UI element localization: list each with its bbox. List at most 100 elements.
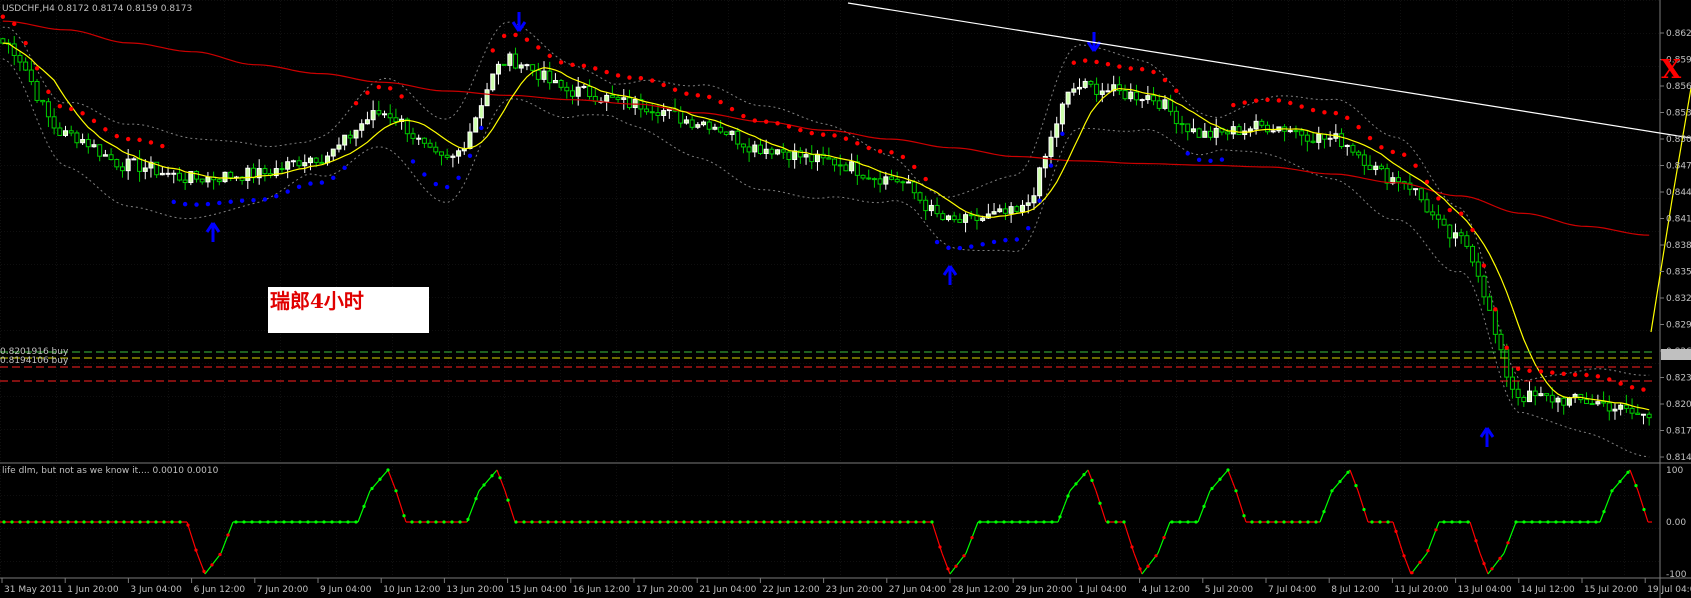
oscillator-dot <box>1426 549 1430 553</box>
oscillator-dot <box>954 564 958 568</box>
sar-dot-bear <box>148 140 154 145</box>
candle-body <box>883 176 889 185</box>
candle-body <box>1247 128 1253 132</box>
oscillator-dot <box>1210 486 1214 491</box>
candle-body <box>416 137 422 140</box>
oscillator-dot <box>306 520 310 524</box>
sar-dot-bear <box>1128 66 1133 71</box>
oscillator-dot <box>1594 520 1598 524</box>
oscillator-dot <box>1570 520 1574 524</box>
sar-dot-bear <box>752 118 757 123</box>
candle-body <box>609 94 615 98</box>
candle-body <box>1589 403 1595 406</box>
oscillator-dot <box>474 497 478 501</box>
candle-body <box>1264 124 1270 133</box>
candle-body <box>866 177 872 180</box>
candle-body <box>683 119 689 124</box>
candle-body <box>1304 134 1310 142</box>
sar-dot-bear <box>1413 163 1418 168</box>
candle-body <box>1002 208 1008 214</box>
candle-body <box>968 214 974 217</box>
candle-body <box>97 144 103 157</box>
sar-dot-bear <box>34 66 40 71</box>
oscillator-dot <box>602 520 606 524</box>
oscillator-dot <box>354 520 358 524</box>
candle-body <box>347 134 353 139</box>
oscillator-dot <box>1602 510 1606 514</box>
time-tick-label: 1 Jun 20:00 <box>67 585 119 595</box>
oscillator-dot <box>386 468 390 472</box>
candle-body <box>1521 396 1527 403</box>
sar-dot-bear <box>69 106 74 112</box>
sar-dot-bull <box>194 202 199 207</box>
oscillator-dot <box>1578 520 1582 524</box>
sar-dot-bear <box>160 143 165 149</box>
candle-body <box>1430 211 1436 216</box>
oscillator-dot <box>1346 470 1350 474</box>
price-tick-label: 0.8535 <box>1666 109 1691 119</box>
indicator-tick-label: 100 <box>1666 466 1683 476</box>
sar-dot-bear <box>593 66 598 71</box>
oscillator-dot <box>1010 520 1014 524</box>
chart-canvas[interactable]: 0.86250.85950.85650.85350.85050.84750.84… <box>0 0 1691 598</box>
sar-dot-bear <box>650 78 655 83</box>
sar-dot-bear <box>1322 110 1327 115</box>
candle-body <box>1646 413 1652 419</box>
oscillator-dot <box>250 520 254 524</box>
time-tick-label: 1 Jul 04:00 <box>1078 585 1127 595</box>
candle-body <box>729 130 735 136</box>
oscillator-dot <box>906 520 910 524</box>
sar-dot-bull <box>1185 151 1190 156</box>
candle-body <box>701 121 707 126</box>
oscillator-dot <box>802 520 806 524</box>
oscillator-dot <box>1082 473 1086 477</box>
oscillator-dot <box>282 520 286 524</box>
candle-body <box>1287 130 1293 133</box>
sar-dot-bear <box>1231 102 1236 108</box>
candle-body <box>518 64 524 69</box>
sar-dot-bull <box>456 175 461 180</box>
candle-body <box>1424 199 1430 213</box>
sar-dot-bull <box>422 172 427 177</box>
candle-body <box>1190 128 1196 133</box>
candle-body <box>1122 90 1128 100</box>
sar-dot-bear <box>547 53 552 59</box>
sar-dot-bull <box>1219 157 1225 162</box>
sar-dot-bull <box>934 239 940 245</box>
candle-body <box>860 174 866 179</box>
time-tick-label: 7 Jul 04:00 <box>1268 585 1317 595</box>
candle-body <box>262 168 268 175</box>
oscillator-dot <box>674 520 678 524</box>
oscillator-dot <box>170 520 174 524</box>
candle-body <box>1606 402 1612 412</box>
candle-body <box>957 219 963 223</box>
candle-body <box>1356 151 1362 156</box>
candle-body <box>740 143 746 148</box>
oscillator-dot <box>2 520 6 524</box>
sar-dot-bear <box>912 164 917 170</box>
time-tick-label: 9 Jun 04:00 <box>320 585 372 595</box>
candle-body <box>524 64 530 67</box>
candle-body <box>216 179 222 183</box>
oscillator-dot <box>1306 520 1310 524</box>
indicator-grid <box>0 465 1660 577</box>
candle-body <box>1470 245 1476 263</box>
candle-body <box>1293 130 1299 133</box>
oscillator-dot <box>794 520 798 524</box>
oscillator-dot <box>962 554 966 558</box>
oscillator-dot <box>834 520 838 524</box>
sar-dot-bull <box>239 198 245 203</box>
indicator-tick-label: 0.00 <box>1666 518 1686 528</box>
time-tick-label: 6 Jun 12:00 <box>194 585 246 595</box>
sar-dot-bear <box>843 136 849 141</box>
sar-dot-bull <box>285 189 290 194</box>
candle-body <box>1088 80 1094 85</box>
oscillator-dot <box>1498 556 1502 561</box>
candle-body <box>222 171 228 183</box>
chart-annotation[interactable]: 瑞郎4小时 <box>268 287 429 333</box>
sar-dot-bull <box>444 184 450 190</box>
oscillator-dot <box>1466 520 1470 524</box>
oscillator-dot <box>890 520 894 524</box>
sar-dot-bull <box>991 239 997 245</box>
oscillator-dot <box>1162 536 1166 540</box>
